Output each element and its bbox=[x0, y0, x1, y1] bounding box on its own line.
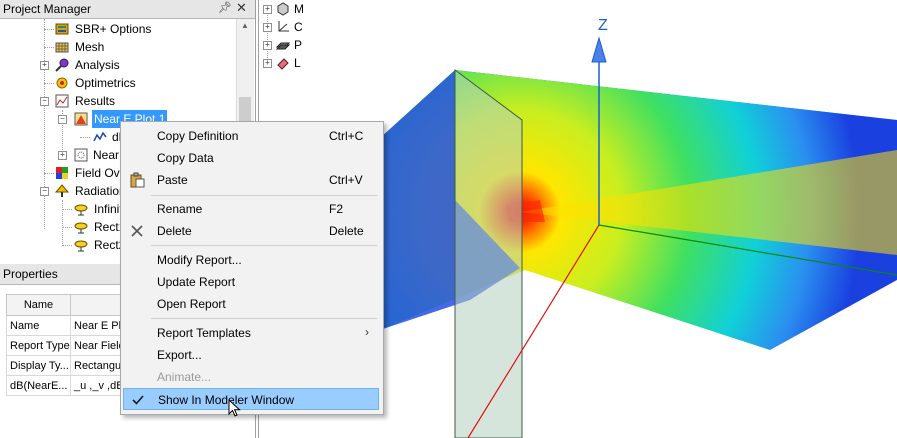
menu-item-modify-report[interactable]: Modify Report... bbox=[123, 249, 379, 271]
expand-icon[interactable]: + bbox=[263, 23, 272, 32]
radiation-icon bbox=[55, 184, 69, 197]
field-overlays-icon bbox=[56, 167, 68, 179]
expand-icon[interactable]: + bbox=[263, 5, 272, 14]
tree-item-sbr-options[interactable]: SBR+ Options bbox=[0, 20, 236, 38]
submenu-chevron-icon: › bbox=[365, 325, 369, 339]
optimetrics-icon bbox=[56, 77, 68, 89]
collapse-icon[interactable]: − bbox=[40, 187, 49, 196]
context-menu: Copy Definition Ctrl+C Copy Data Paste C… bbox=[120, 121, 384, 417]
lists-icon bbox=[277, 58, 289, 70]
menu-item-delete[interactable]: Delete Delete bbox=[123, 220, 379, 242]
expand-icon[interactable]: + bbox=[58, 151, 67, 160]
vertical-cut-plane bbox=[454, 69, 523, 438]
menu-separator bbox=[151, 245, 377, 246]
menu-item-open-report[interactable]: Open Report bbox=[123, 293, 379, 315]
planes-icon bbox=[276, 42, 290, 50]
tree-item-optimetrics[interactable]: Optimetrics bbox=[0, 74, 236, 92]
property-name: dB(NearE... bbox=[6, 375, 71, 396]
modeler-tree-item-planes[interactable]: + P bbox=[259, 36, 329, 54]
trace-icon bbox=[93, 131, 107, 142]
rectangle-setup-icon bbox=[74, 240, 88, 252]
analysis-icon bbox=[55, 58, 69, 72]
menu-item-show-in-modeler-window[interactable]: Show In Modeler Window bbox=[123, 388, 379, 410]
menu-separator bbox=[151, 318, 377, 319]
close-icon[interactable]: ✕ bbox=[236, 0, 247, 16]
modeler-3d-view[interactable]: Z bbox=[330, 0, 897, 438]
menu-item-export[interactable]: Export... bbox=[123, 344, 379, 366]
menu-item-update-report[interactable]: Update Report bbox=[123, 271, 379, 293]
column-header-name[interactable]: Name bbox=[6, 294, 71, 316]
properties-title: Properties bbox=[3, 267, 58, 281]
tree-item-analysis[interactable]: + Analysis bbox=[0, 56, 236, 74]
axis-z-arrow bbox=[591, 36, 607, 63]
expand-icon[interactable]: + bbox=[40, 61, 49, 70]
mesh-icon bbox=[55, 42, 69, 53]
menu-item-copy-definition[interactable]: Copy Definition Ctrl+C bbox=[123, 125, 379, 147]
mouse-cursor-icon bbox=[228, 399, 241, 417]
tree-item-mesh[interactable]: Mesh bbox=[0, 38, 236, 56]
project-manager-title: Project Manager bbox=[3, 2, 92, 16]
rectangle-setup-icon bbox=[74, 222, 88, 234]
property-name: Report Type bbox=[6, 335, 71, 356]
modeler-tree-item-lists[interactable]: + L bbox=[259, 54, 329, 72]
menu-item-paste[interactable]: Paste Ctrl+V bbox=[123, 169, 379, 191]
tree-item-results[interactable]: − Results bbox=[0, 92, 236, 110]
axis-z-label: Z bbox=[598, 17, 608, 34]
modeler-tree-item-coordinate-systems[interactable]: + C bbox=[259, 18, 329, 36]
property-name: Name bbox=[6, 315, 71, 336]
menu-item-rename[interactable]: Rename F2 bbox=[123, 198, 379, 220]
expand-icon[interactable]: + bbox=[263, 41, 272, 50]
menu-item-animate: Animate... bbox=[157, 370, 212, 384]
infinite-sphere-icon bbox=[74, 204, 88, 216]
near-field-icon bbox=[74, 148, 88, 162]
report-plot-icon bbox=[74, 112, 88, 126]
modeler-tree-item-model[interactable]: + M bbox=[259, 0, 329, 18]
coordinate-system-icon bbox=[278, 21, 289, 32]
scroll-up-icon[interactable]: ▲ bbox=[241, 21, 249, 30]
model-icon bbox=[277, 2, 289, 16]
menu-item-report-templates[interactable]: Report Templates › bbox=[123, 322, 379, 344]
project-manager-titlebar: Project Manager 📌︎ ✕ bbox=[0, 0, 255, 19]
paste-icon bbox=[130, 172, 145, 188]
delete-x-icon bbox=[131, 225, 143, 237]
menu-item-copy-data[interactable]: Copy Data bbox=[123, 147, 379, 169]
property-name: Display Ty... bbox=[6, 355, 71, 376]
collapse-icon[interactable]: − bbox=[58, 115, 67, 124]
collapse-icon[interactable]: − bbox=[40, 97, 49, 106]
checkmark-icon bbox=[132, 395, 144, 405]
results-icon bbox=[55, 94, 69, 108]
menu-separator bbox=[151, 195, 377, 196]
pin-icon[interactable]: 📌︎ bbox=[218, 1, 232, 14]
expand-icon[interactable]: + bbox=[263, 59, 272, 68]
sbr-options-icon bbox=[55, 23, 69, 35]
